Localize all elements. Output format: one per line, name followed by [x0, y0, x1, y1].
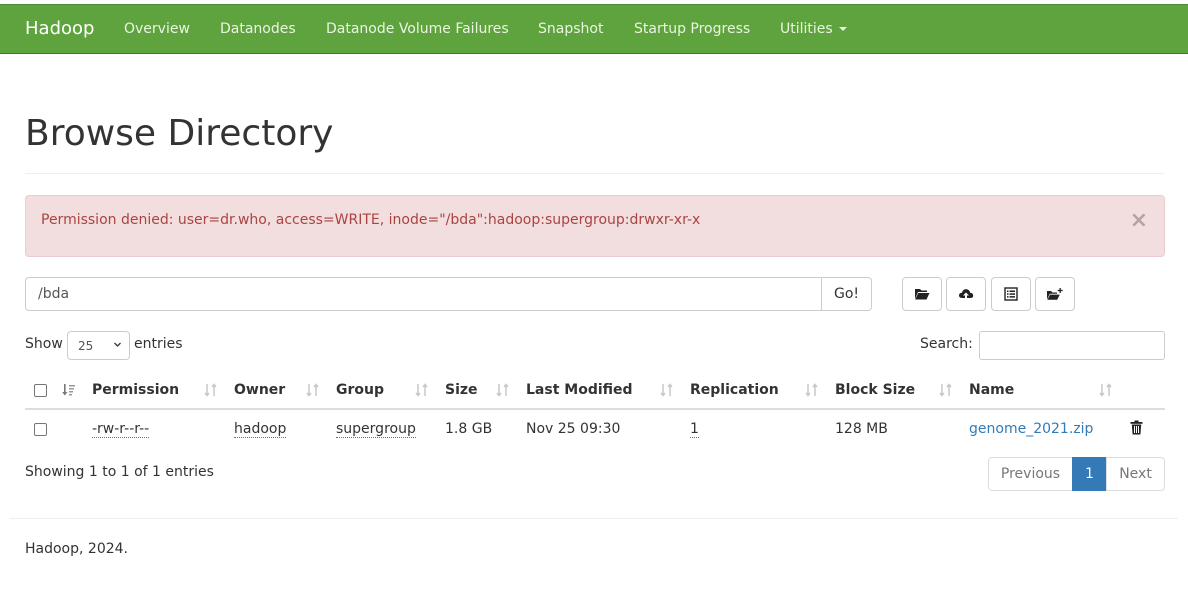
title-divider — [25, 173, 1164, 174]
page-title: Browse Directory — [25, 113, 334, 154]
open-folder-button[interactable] — [902, 277, 942, 311]
cell-size: 1.8 GB — [445, 421, 493, 437]
next-page-button[interactable]: Next — [1106, 457, 1165, 491]
entries-label: entries — [134, 336, 183, 352]
trash-icon[interactable] — [1130, 420, 1143, 435]
cell-block-size: 128 MB — [835, 421, 888, 437]
sort-both-icon[interactable] — [496, 382, 510, 398]
list-icon — [1004, 287, 1018, 301]
show-label: Show — [25, 336, 63, 352]
error-alert: Permission denied: user=dr.who, access=W… — [25, 195, 1165, 257]
go-button[interactable]: Go! — [821, 277, 872, 311]
sort-both-icon[interactable] — [306, 382, 320, 398]
table-header-divider — [25, 408, 1165, 410]
row-checkbox[interactable] — [34, 423, 47, 436]
previous-page-button[interactable]: Previous — [988, 457, 1073, 491]
cell-group[interactable]: supergroup — [336, 421, 416, 438]
brand-link[interactable]: Hadoop — [25, 18, 94, 39]
column-header-last-modified[interactable]: Last Modified — [526, 382, 633, 398]
cell-last-modified: Nov 25 09:30 — [526, 421, 621, 437]
file-name-link[interactable]: genome_2021.zip — [969, 421, 1093, 437]
chevron-down-icon — [114, 342, 121, 347]
upload-button[interactable] — [946, 277, 986, 311]
nav-datanode-volume-failures[interactable]: Datanode Volume Failures — [326, 21, 509, 37]
footer-text: Hadoop, 2024. — [25, 541, 128, 557]
search-label: Search: — [920, 336, 973, 352]
nav-utilities-dropdown[interactable]: Utilities — [780, 21, 847, 37]
nav-datanodes[interactable]: Datanodes — [220, 21, 296, 37]
nav-snapshot[interactable]: Snapshot — [538, 21, 603, 37]
folder-open-icon — [915, 289, 930, 300]
page-size-select[interactable]: 25 — [67, 331, 130, 360]
footer-divider — [10, 518, 1178, 519]
sort-both-icon[interactable] — [415, 382, 429, 398]
page-size-value: 25 — [78, 338, 94, 353]
upload-cloud-icon — [958, 289, 974, 300]
cell-permission[interactable]: -rw-r--r-- — [92, 421, 150, 438]
sort-both-icon[interactable] — [1099, 382, 1113, 398]
sort-both-icon[interactable] — [805, 382, 819, 398]
sort-both-icon[interactable] — [939, 382, 953, 398]
search-input[interactable] — [979, 331, 1165, 360]
column-header-name[interactable]: Name — [969, 382, 1014, 398]
column-header-group[interactable]: Group — [336, 382, 384, 398]
column-header-owner[interactable]: Owner — [234, 382, 285, 398]
create-folder-button[interactable] — [1035, 277, 1075, 311]
sort-asc-icon[interactable] — [62, 383, 76, 397]
alert-message: Permission denied: user=dr.who, access=W… — [41, 212, 701, 228]
table-info: Showing 1 to 1 of 1 entries — [25, 464, 214, 480]
caret-down-icon — [838, 27, 847, 31]
list-view-button[interactable] — [991, 277, 1031, 311]
cell-owner[interactable]: hadoop — [234, 421, 287, 438]
page-1-button[interactable]: 1 — [1072, 457, 1107, 491]
column-header-replication[interactable]: Replication — [690, 382, 779, 398]
nav-startup-progress[interactable]: Startup Progress — [634, 21, 750, 37]
cell-replication[interactable]: 1 — [690, 421, 699, 438]
nav-overview[interactable]: Overview — [124, 21, 190, 37]
nav-utilities-label: Utilities — [780, 21, 833, 37]
column-header-permission[interactable]: Permission — [92, 382, 179, 398]
column-header-size[interactable]: Size — [445, 382, 478, 398]
column-header-block-size[interactable]: Block Size — [835, 382, 915, 398]
select-all-checkbox[interactable] — [34, 384, 47, 397]
path-input[interactable] — [25, 277, 822, 311]
top-navbar: Hadoop Overview Datanodes Datanode Volum… — [0, 4, 1188, 54]
sort-both-icon[interactable] — [660, 382, 674, 398]
new-folder-icon — [1047, 288, 1063, 300]
close-icon[interactable]: × — [1130, 210, 1148, 232]
sort-both-icon[interactable] — [204, 382, 218, 398]
